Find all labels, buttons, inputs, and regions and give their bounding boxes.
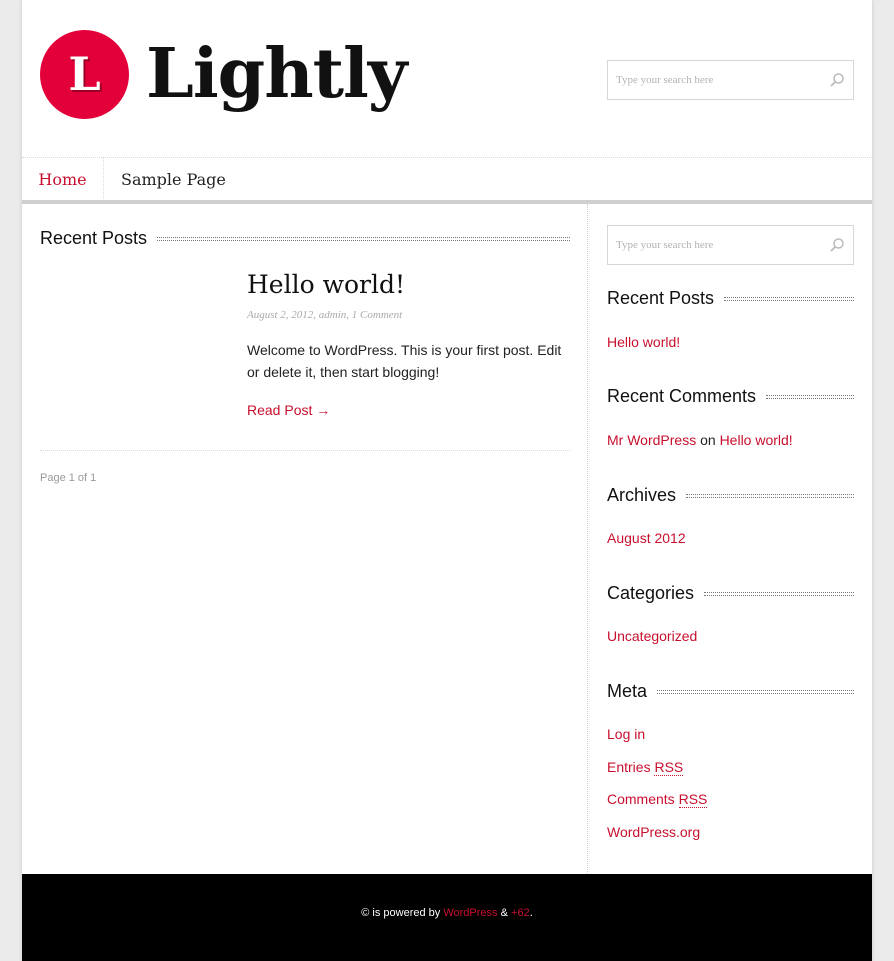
login-link[interactable]: Log in [607,726,645,742]
nav-item-sample-page[interactable]: Sample Page [121,158,226,201]
widget-title-text: Meta [607,681,648,701]
footer-end: . [529,907,533,919]
title-divider [766,394,854,399]
comments-label: Comments [607,791,675,807]
sidebar-search-input[interactable]: Type your search here [607,225,854,265]
recent-post-link[interactable]: Hello world! [607,334,680,350]
sidebar: Type your search here Recent Posts Hello… [589,204,872,874]
comment-on-text: on [700,432,716,448]
wordpress-org-link[interactable]: WordPress.org [607,824,700,840]
footer-prefix: © is powered by [361,907,441,919]
nav-item-home[interactable]: Home [22,158,104,201]
post-excerpt: Welcome to WordPress. This is your first… [247,342,562,380]
recent-comment-item: Mr WordPress on Hello world! [607,432,793,448]
archive-link[interactable]: August 2012 [607,530,686,546]
search-placeholder: Type your search here [616,74,714,86]
entries-label: Entries [607,759,651,775]
widget-title-text: Archives [607,485,677,505]
widget-title-text: Recent Posts [607,288,715,308]
comment-post-link[interactable]: Hello world! [720,432,793,448]
widget-title-archives: Archives [607,485,854,506]
site-header: L Lightly Type your search here [22,0,872,157]
site-footer: © is powered by WordPress & +62. [22,874,872,961]
header-search-input[interactable]: Type your search here [607,60,854,100]
search-placeholder: Type your search here [616,239,714,251]
rss-abbr: RSS [654,759,684,776]
widget-title-recent-comments: Recent Comments [607,386,854,407]
page-wrapper: L Lightly Type your search here Home Sam… [22,0,872,961]
logo-letter: L [68,47,101,101]
recent-posts-heading: Recent Posts [40,228,570,249]
widget-title-text: Categories [607,583,695,603]
widget-title-meta: Meta [607,681,854,702]
title-divider [704,591,854,596]
section-title: Recent Posts [40,228,148,248]
widget-title-text: Recent Comments [607,386,757,406]
site-title[interactable]: Lightly [146,28,407,120]
comment-author-link[interactable]: Mr WordPress [607,432,696,448]
main-navigation: Home Sample Page [22,157,872,204]
post-meta[interactable]: August 2, 2012, admin, 1 Comment [247,309,402,321]
pagination-text: Page 1 of 1 [40,472,97,484]
search-icon[interactable] [829,72,845,88]
rss-abbr: RSS [678,791,708,808]
logo-icon[interactable]: L [40,30,129,119]
title-divider [657,689,854,694]
footer-plus-link[interactable]: +62 [511,907,530,919]
title-divider [724,296,854,301]
read-more-link[interactable]: Read Post → [247,402,330,418]
entries-rss-link[interactable]: Entries RSS [607,759,684,776]
footer-credits: © is powered by WordPress & +62. [22,907,872,919]
main-content: Recent Posts Hello world! August 2, 2012… [22,204,588,874]
footer-amp: & [500,907,508,919]
category-link[interactable]: Uncategorized [607,628,697,644]
search-icon[interactable] [829,237,845,253]
post-title-link[interactable]: Hello world! [247,270,405,299]
widget-title-recent-posts: Recent Posts [607,288,854,309]
title-divider [157,236,570,241]
comments-rss-link[interactable]: Comments RSS [607,791,708,808]
post-divider [40,450,570,451]
footer-wordpress-link[interactable]: WordPress [443,907,497,919]
widget-title-categories: Categories [607,583,854,604]
title-divider [686,493,854,498]
